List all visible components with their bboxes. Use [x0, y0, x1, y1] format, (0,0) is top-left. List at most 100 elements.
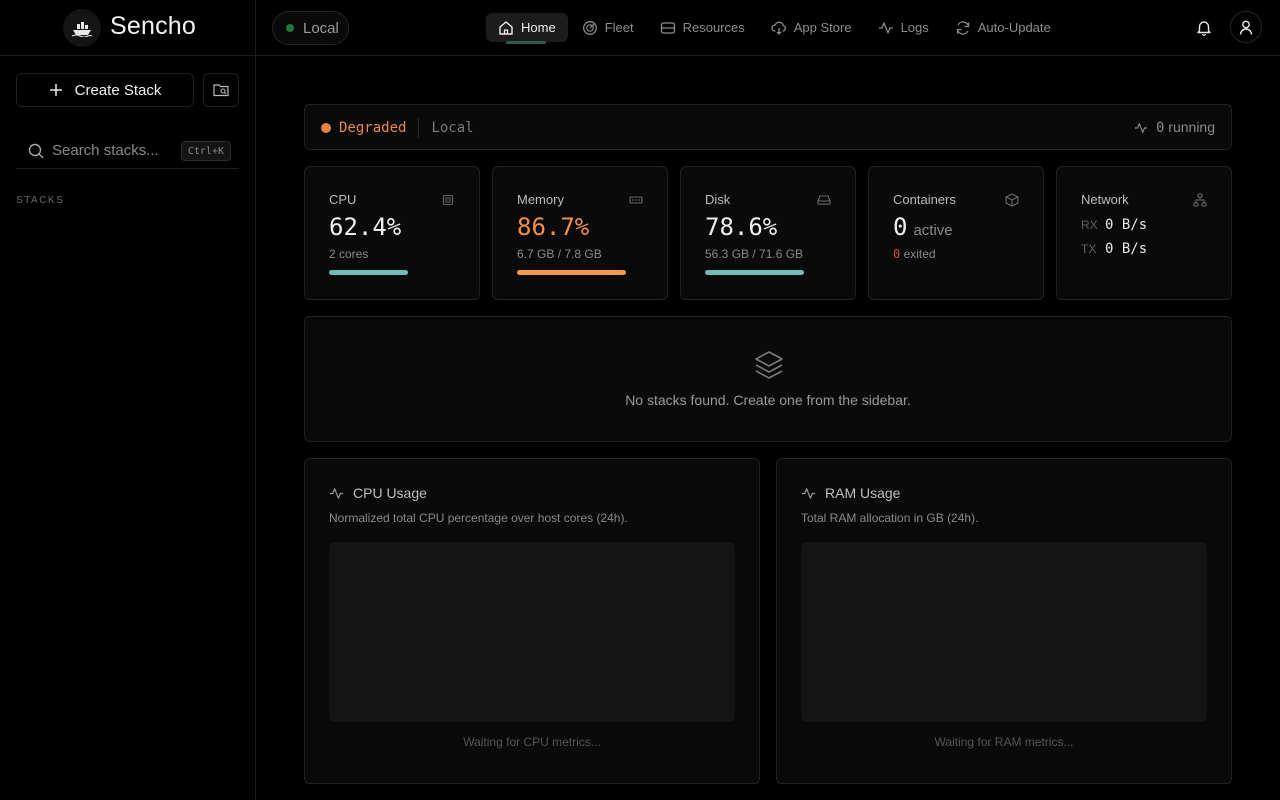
memory-card: Memory 86.7% 6.7 GB / 7.8 GB [492, 166, 668, 300]
card-title: Network [1081, 192, 1129, 207]
nav-label: Auto-Update [977, 20, 1051, 35]
fleet-icon [582, 20, 597, 35]
active-label: active [913, 222, 953, 239]
tx-label: TX [1081, 242, 1097, 256]
host-status: Degraded Local [321, 118, 474, 138]
shortcut-badge: Ctrl+K [180, 141, 231, 161]
rx-value: 0 B/s [1105, 217, 1148, 233]
nav-label: Logs [900, 20, 929, 35]
bell-icon [1197, 20, 1211, 36]
ram-chart-placeholder [801, 542, 1207, 722]
empty-state-text: No stacks found. Create one from the sid… [625, 392, 911, 408]
ram-usage-chart-card: RAM Usage Total RAM allocation in GB (24… [776, 458, 1232, 784]
exited-count: 0 [893, 247, 901, 261]
chart-header: CPU Usage [329, 485, 427, 501]
memory-value: 86.7% [517, 213, 590, 241]
stacks-empty-state: No stacks found. Create one from the sid… [304, 316, 1232, 442]
card-title: Containers [893, 192, 956, 207]
layers-icon [755, 351, 783, 379]
containers-value: 0 active [893, 213, 953, 241]
chart-title: CPU Usage [353, 485, 427, 501]
chart-header: RAM Usage [801, 485, 900, 501]
nav-label: Home [521, 20, 556, 35]
home-icon [499, 20, 513, 35]
cpu-progress-bar [329, 270, 408, 275]
divider [418, 118, 420, 138]
rx-label: RX [1081, 218, 1098, 232]
refresh-icon [956, 20, 969, 35]
folder-search-icon [213, 84, 229, 97]
user-menu-button[interactable] [1230, 11, 1262, 43]
cpu-value: 62.4% [329, 213, 402, 241]
plus-icon [49, 84, 62, 96]
nav-label: Resources [682, 20, 745, 35]
disk-sub: 56.3 GB / 71.6 GB [705, 247, 804, 261]
cloud-download-icon [771, 21, 786, 35]
card-title: Memory [517, 192, 564, 207]
network-icon [1193, 193, 1207, 207]
nav-auto-update[interactable]: Auto-Update [943, 13, 1063, 42]
env-status-dot [286, 24, 294, 32]
nav-logs[interactable]: Logs [866, 13, 941, 42]
create-stack-label: Create Stack [74, 81, 162, 99]
sidebar: Sencho Create Stack Ctrl+K STACKS [0, 0, 256, 800]
status-dot [321, 123, 331, 133]
cpu-chart-placeholder [329, 542, 735, 722]
disk-progress-bar [705, 270, 804, 275]
ship-icon[interactable] [63, 9, 101, 47]
chart-waiting-text: Waiting for CPU metrics... [463, 735, 601, 749]
card-title: Disk [705, 192, 731, 207]
brand-name: Sencho [110, 12, 196, 40]
notifications-button[interactable] [1192, 14, 1216, 40]
containers-card: Containers 0 active 0 exited [868, 166, 1044, 300]
brand: Sencho [0, 0, 256, 56]
disk-card: Disk 78.6% 56.3 GB / 71.6 GB [680, 166, 856, 300]
chart-title: RAM Usage [825, 485, 901, 501]
cpu-usage-chart-card: CPU Usage Normalized total CPU percentag… [304, 458, 760, 784]
running-count: 0 running [1134, 119, 1215, 136]
activity-icon [329, 487, 344, 499]
memory-stick-icon [629, 193, 643, 207]
containers-sub: 0 exited [893, 247, 936, 261]
create-stack-button[interactable]: Create Stack [16, 73, 194, 107]
activity-icon [1134, 122, 1148, 133]
cpu-chip-icon [441, 193, 455, 207]
active-count: 0 [893, 213, 908, 241]
host-status-bar: Degraded Local 0 running [304, 104, 1232, 150]
search-input[interactable] [52, 142, 180, 159]
memory-progress-bar [517, 270, 626, 275]
browse-folder-button[interactable] [203, 73, 239, 107]
nav-home[interactable]: Home [486, 13, 568, 44]
search-bar: Ctrl+K [16, 133, 239, 169]
stacks-section-label: STACKS [16, 195, 65, 206]
network-card: Network RX 0 B/s TX 0 B/s [1056, 166, 1232, 300]
activity-icon [878, 21, 893, 34]
status-env: Local [431, 120, 474, 136]
nav-resources[interactable]: Resources [648, 13, 757, 42]
cpu-sub: 2 cores [329, 247, 369, 261]
card-title: CPU [329, 192, 357, 207]
nav-app-store[interactable]: App Store [759, 13, 864, 42]
network-tx-row: TX 0 B/s [1081, 241, 1147, 257]
environment-selector[interactable]: Local [272, 11, 349, 45]
status-text: Degraded [339, 120, 407, 136]
nav-label: App Store [793, 20, 852, 35]
nav-fleet[interactable]: Fleet [570, 13, 646, 42]
env-label: Local [303, 19, 339, 37]
chart-description: Normalized total CPU percentage over hos… [329, 511, 628, 525]
main-nav: Home Fleet Resources App Store Logs Auto… [486, 13, 1065, 44]
cpu-card: CPU 62.4% 2 cores [304, 166, 480, 300]
running-label: running [1168, 119, 1215, 135]
network-rx-row: RX 0 B/s [1081, 217, 1147, 233]
user-icon [1239, 20, 1253, 35]
database-icon [660, 21, 675, 34]
nav-label: Fleet [604, 20, 634, 35]
chart-waiting-text: Waiting for RAM metrics... [934, 735, 1074, 749]
memory-sub: 6.7 GB / 7.8 GB [517, 247, 602, 261]
disk-value: 78.6% [705, 213, 778, 241]
tx-value: 0 B/s [1105, 241, 1148, 257]
running-number: 0 [1155, 120, 1165, 136]
search-icon [28, 143, 44, 159]
activity-icon [801, 487, 816, 499]
hard-drive-icon [817, 193, 831, 207]
